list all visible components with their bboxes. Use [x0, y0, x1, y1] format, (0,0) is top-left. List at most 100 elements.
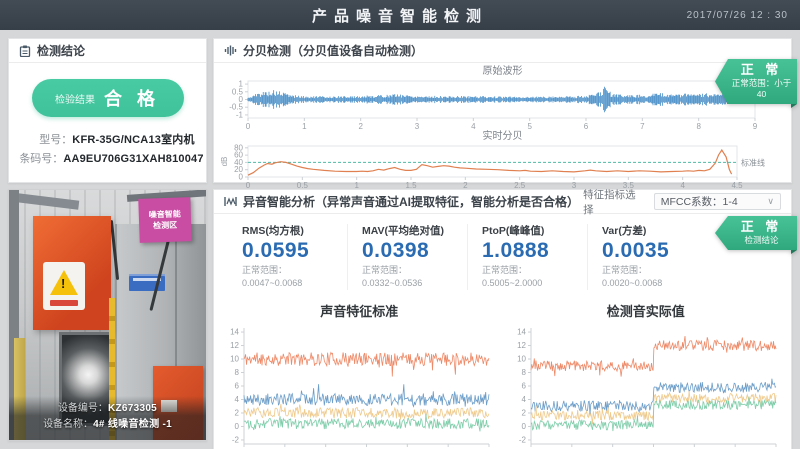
warning-triangle-icon [50, 270, 78, 295]
detection-area-sign: 噪音智能 检测区 [138, 197, 192, 243]
volume-icon [224, 45, 237, 56]
svg-text:-1: -1 [236, 110, 244, 119]
svg-text:2: 2 [235, 408, 240, 417]
decibel-panel: 分贝检测（分贝值设备自动检测） 原始波形 012345678910.50-0.5… [213, 38, 792, 183]
device-id: KZ673305 [108, 403, 157, 414]
svg-text:1: 1 [302, 122, 307, 130]
svg-text:3: 3 [572, 181, 577, 189]
result-value: 合 格 [104, 85, 160, 111]
analysis-status-note: 检测结论 [730, 235, 793, 246]
mfcc-select[interactable]: MFCC系数：1-4 ∨ [654, 193, 781, 210]
svg-text:dB: dB [220, 157, 229, 167]
svg-text:0: 0 [521, 422, 526, 431]
svg-text:12: 12 [517, 341, 526, 350]
svg-text:1.5: 1.5 [405, 181, 417, 189]
standard-chart-title: 声音特征标准 [218, 302, 501, 322]
model-field: 型号： KFR-35G/NCA13室内机 [9, 131, 206, 150]
conclusion-panel-title: 检测结论 [37, 42, 85, 59]
datetime: 2017/07/26 12 : 30 [687, 0, 788, 30]
decibel-panel-header: 分贝检测（分贝值设备自动检测） [214, 39, 791, 63]
svg-text:2.5: 2.5 [514, 181, 526, 189]
barcode-value: AA9EU706G31XAH810047 [63, 150, 203, 169]
svg-text:2: 2 [521, 408, 526, 417]
svg-text:-2: -2 [232, 435, 240, 444]
svg-text:4: 4 [235, 395, 240, 404]
analysis-panel-title: 异音智能分析（异常声音通过AI提取特征，智能分析是否合格） [243, 193, 577, 210]
decibel-status-note: 正常范围：小于40 [730, 78, 793, 100]
svg-text:12: 12 [230, 341, 239, 350]
metric-var: Var(方差) 0.0035 正常范围：0.0020~0.0068 [587, 224, 707, 290]
var-value: 0.0035 [602, 238, 707, 264]
clipboard-icon [19, 45, 31, 57]
svg-text:0: 0 [235, 422, 240, 431]
device-name: 4# 线噪音检测 -1 [93, 419, 172, 430]
model-label: 型号： [20, 131, 72, 150]
svg-text:5: 5 [527, 122, 532, 130]
device-id-row: 设备编号：KZ673305 [9, 401, 206, 417]
factory-photo: 噪音智能 检测区 设备编号：KZ673305 设备名称：4# 线噪音检测 -1 [9, 190, 206, 440]
result-pill: 检验结果 合 格 [32, 79, 184, 117]
sound-analysis-icon [224, 196, 237, 207]
svg-text:2: 2 [463, 181, 468, 189]
svg-text:7: 7 [640, 122, 645, 130]
svg-text:3: 3 [415, 122, 420, 130]
svg-text:80: 80 [234, 143, 243, 152]
metric-mav: MAV(平均绝对值) 0.0398 正常范围：0.0332~0.0536 [347, 224, 467, 290]
svg-text:10: 10 [230, 355, 239, 364]
conclusion-panel-header: 检测结论 [9, 39, 206, 63]
svg-text:6: 6 [584, 122, 589, 130]
decibel-status-badge: 正 常 正常范围：小于40 [715, 59, 797, 104]
svg-text:8: 8 [521, 368, 526, 377]
metrics-row: RMS(均方根) 0.0595 正常范围：0.0047~0.0068 MAV(平… [214, 214, 791, 296]
decibel-panel-title: 分贝检测（分贝值设备自动检测） [243, 42, 423, 59]
analysis-status-text: 正 常 [730, 219, 793, 235]
svg-text:0: 0 [246, 122, 251, 130]
analysis-panel: 异音智能分析（异常声音通过AI提取特征，智能分析是否合格） 特征指标选择 MFC… [213, 189, 792, 449]
svg-text:8: 8 [696, 122, 701, 130]
svg-text:-2: -2 [518, 435, 526, 444]
svg-text:1: 1 [354, 181, 359, 189]
ptop-value: 1.0888 [482, 238, 587, 264]
device-name-row: 设备名称：4# 线噪音检测 -1 [9, 417, 206, 433]
top-header: 产品噪音智能检测 2017/07/26 12 : 30 [0, 0, 800, 30]
metric-rms: RMS(均方根) 0.0595 正常范围：0.0047~0.0068 [228, 224, 347, 290]
orange-enclosure [33, 216, 111, 330]
svg-text:14: 14 [230, 328, 239, 337]
svg-text:6: 6 [521, 382, 526, 391]
waveform-chart: 012345678910.50-0.5-1 [218, 78, 781, 130]
machine-photo-panel: 噪音智能 检测区 设备编号：KZ673305 设备名称：4# 线噪音检测 -1 [8, 189, 207, 441]
svg-text:10: 10 [517, 355, 526, 364]
mfcc-select-value: MFCC系数：1-4 [661, 194, 738, 209]
svg-text:标准线: 标准线 [741, 157, 765, 167]
standard-chart: 050100150200250300-202468101214 [218, 322, 499, 449]
conclusion-panel: 检测结论 检验结果 合 格 型号： KFR-35G/NCA13室内机 条码号： … [8, 38, 207, 183]
standard-chart-box: 声音特征标准 050100150200250300-202468101214 [218, 300, 501, 449]
warning-sign [43, 262, 85, 310]
page-title: 产品噪音智能检测 [312, 5, 488, 26]
waveform-chart-title: 原始波形 [218, 65, 787, 78]
actual-chart-box: 检测音实际值 050100150200250300-202468101214 [505, 300, 788, 449]
result-label: 检验结果 [55, 91, 95, 106]
metric-ptop: PtoP(峰峰值) 1.0888 正常范围：0.5005~2.0000 [467, 224, 587, 290]
svg-text:2: 2 [358, 122, 363, 130]
svg-text:0.5: 0.5 [297, 181, 309, 189]
svg-text:9: 9 [753, 122, 758, 130]
actual-chart: 050100150200250300-202468101214 [505, 322, 786, 449]
mav-value: 0.0398 [362, 238, 467, 264]
analysis-panel-header: 异音智能分析（异常声音通过AI提取特征，智能分析是否合格） 特征指标选择 MFC… [214, 190, 791, 214]
chevron-down-icon: ∨ [767, 196, 774, 207]
actual-chart-title: 检测音实际值 [505, 302, 788, 322]
decibel-status-text: 正 常 [730, 62, 793, 78]
svg-text:4: 4 [471, 122, 476, 130]
realtime-db-chart: 00.511.522.533.544.5020406080dB标准线 [218, 143, 781, 189]
svg-text:0: 0 [246, 181, 251, 189]
svg-text:14: 14 [517, 328, 526, 337]
rms-value: 0.0595 [242, 238, 347, 264]
svg-text:8: 8 [235, 368, 240, 377]
svg-text:4: 4 [521, 395, 526, 404]
feature-selector-label: 特征指标选择 [583, 187, 646, 217]
model-value: KFR-35G/NCA13室内机 [72, 131, 194, 150]
realtime-db-chart-title: 实时分贝 [218, 130, 787, 143]
svg-text:6: 6 [235, 382, 240, 391]
barcode-label: 条码号： [11, 150, 63, 169]
